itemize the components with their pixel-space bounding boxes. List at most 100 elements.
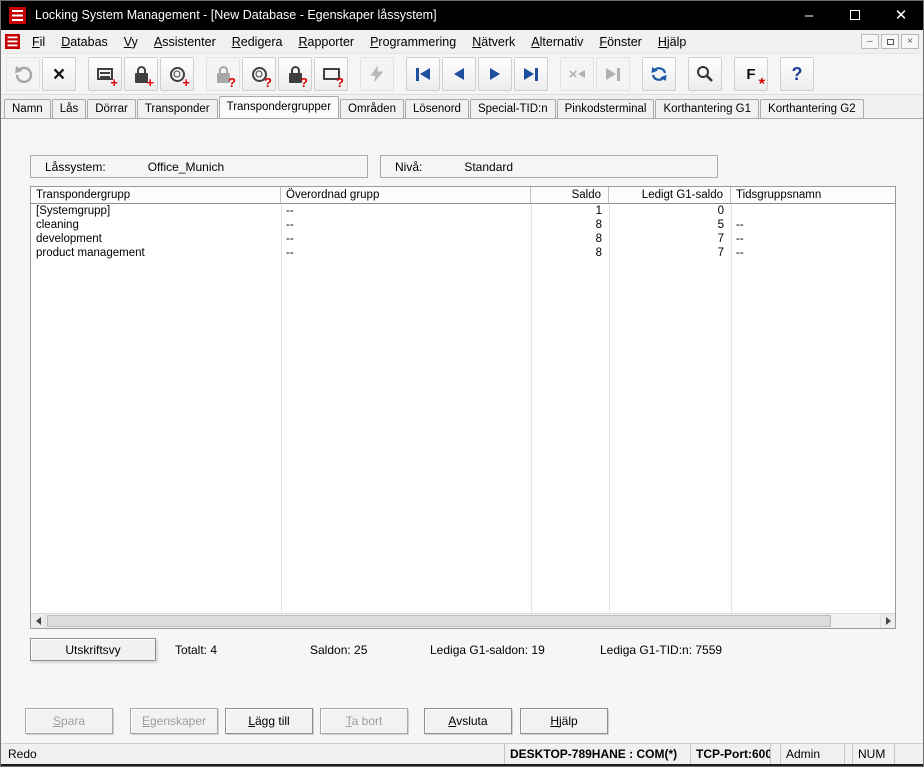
lock-system-field: Låssystem: Office_Munich	[30, 155, 368, 178]
column-divider	[531, 204, 532, 613]
menu-item-redigera[interactable]: Redigera	[224, 32, 291, 52]
level-field: Nivå: Standard	[380, 155, 718, 178]
cell-parent-group: --	[281, 218, 531, 232]
tab-transponder[interactable]: Transponder	[137, 99, 218, 118]
titlebar: Locking System Management - [New Databas…	[0, 0, 924, 30]
minimize-button[interactable]: –	[786, 0, 832, 30]
help-button[interactable]: ?	[780, 57, 814, 91]
status-spacer	[770, 744, 780, 764]
last-record-icon	[524, 68, 538, 81]
table-body: [Systemgrupp] -- 1 0 cleaning -- 8 5 -- …	[31, 204, 895, 613]
column-header-transpondergrupp[interactable]: Transpondergrupp	[31, 187, 281, 203]
menu-item-fonster[interactable]: Fönster	[591, 32, 649, 52]
tab-dorrar[interactable]: Dörrar	[87, 99, 136, 118]
app-logo-icon	[9, 7, 26, 24]
cell-group-name: cleaning	[31, 218, 281, 232]
cell-parent-group: --	[281, 246, 531, 260]
first-record-button[interactable]	[406, 57, 440, 91]
close-button[interactable]: ✕	[878, 0, 924, 30]
new-transponder-button[interactable]: +	[160, 57, 194, 91]
program-icon	[371, 66, 384, 83]
status-ready: Redo	[8, 747, 37, 761]
status-tcp-port: TCP-Port:6001	[690, 744, 770, 764]
mdi-restore-icon	[887, 39, 894, 45]
print-view-button[interactable]: Utskriftsvy	[30, 638, 156, 661]
menu-item-vy[interactable]: Vy	[116, 32, 146, 52]
filter-button[interactable]: F *	[734, 57, 768, 91]
window-title: Locking System Management - [New Databas…	[35, 8, 437, 22]
menu-item-programmering[interactable]: Programmering	[362, 32, 464, 52]
column-header-ledigt-g1-saldo[interactable]: Ledigt G1-saldo	[609, 187, 731, 203]
tab-las[interactable]: Lås	[52, 99, 87, 118]
goto-record-icon	[606, 68, 620, 81]
menu-item-databas[interactable]: Databas	[53, 32, 116, 52]
cell-tidsgrupp	[731, 204, 895, 218]
menu-item-fil[interactable]: Fil	[24, 32, 53, 52]
maximize-button[interactable]	[832, 0, 878, 30]
tab-pinkodsterminal[interactable]: Pinkodsterminal	[557, 99, 655, 118]
cell-ledigt-g1: 7	[609, 246, 731, 260]
read-card-button[interactable]: ?	[314, 57, 348, 91]
mdi-close-button[interactable]: ×	[901, 34, 919, 49]
new-lock-button[interactable]: +	[124, 57, 158, 91]
level-value: Standard	[464, 160, 513, 174]
table-row[interactable]: cleaning -- 8 5 --	[31, 218, 895, 232]
mdi-minimize-button[interactable]: –	[861, 34, 879, 49]
help-dialog-button[interactable]: Hjälp	[520, 708, 608, 734]
cell-tidsgrupp: --	[731, 246, 895, 260]
read-transponder-button[interactable]: ?	[242, 57, 276, 91]
horizontal-scrollbar[interactable]	[31, 613, 895, 628]
logoff-button[interactable]: ×	[42, 57, 76, 91]
cell-tidsgrupp: --	[731, 218, 895, 232]
cell-group-name: development	[31, 232, 281, 246]
tab-special-tid[interactable]: Special-TID:n	[470, 99, 556, 118]
cell-saldo: 1	[531, 204, 609, 218]
menu-item-rapporter[interactable]: Rapporter	[290, 32, 362, 52]
tab-namn[interactable]: Namn	[4, 99, 51, 118]
menu-item-assistenter[interactable]: Assistenter	[146, 32, 224, 52]
logoff-icon: ×	[53, 64, 65, 85]
scroll-right-button[interactable]	[880, 614, 895, 628]
status-spacer	[894, 744, 924, 764]
previous-record-button[interactable]	[442, 57, 476, 91]
first-record-icon	[416, 68, 430, 81]
next-record-button[interactable]	[478, 57, 512, 91]
cell-saldo: 8	[531, 218, 609, 232]
properties-button: Egenskaper	[130, 708, 218, 734]
balances-count: Saldon: 25	[310, 643, 367, 657]
menu-item-hjalp[interactable]: Hjälp	[650, 32, 695, 52]
last-record-button[interactable]	[514, 57, 548, 91]
search-button[interactable]	[688, 57, 722, 91]
tab-losenord[interactable]: Lösenord	[405, 99, 469, 118]
table-row[interactable]: product management -- 8 7 --	[31, 246, 895, 260]
db-sync-icon	[13, 64, 33, 84]
table-row[interactable]: development -- 8 7 --	[31, 232, 895, 246]
column-header-tidsgruppsnamn[interactable]: Tidsgruppsnamn	[731, 187, 897, 203]
transponder-group-table: Transpondergrupp Överordnad grupp Saldo …	[30, 186, 896, 629]
tab-strip: Namn Lås Dörrar Transponder Transponderg…	[0, 96, 924, 118]
exit-button[interactable]: Avsluta	[424, 708, 512, 734]
tab-korthantering-g1[interactable]: Korthantering G1	[655, 99, 759, 118]
read-lock-alt-button[interactable]: ?	[278, 57, 312, 91]
tab-omraden[interactable]: Områden	[340, 99, 404, 118]
status-numlock: NUM	[852, 744, 894, 764]
tab-korthantering-g2[interactable]: Korthantering G2	[760, 99, 864, 118]
scrollbar-thumb[interactable]	[47, 615, 831, 627]
column-header-saldo[interactable]: Saldo	[531, 187, 609, 203]
filter-icon: F	[746, 67, 755, 82]
menu-item-natverk[interactable]: Nätverk	[464, 32, 523, 52]
table-row[interactable]: [Systemgrupp] -- 1 0	[31, 204, 895, 218]
add-button[interactable]: Lägg till	[225, 708, 313, 734]
free-g1-count: Lediga G1-saldon: 19	[430, 643, 545, 657]
new-locking-system-button[interactable]: +	[88, 57, 122, 91]
status-desktop-com: DESKTOP-789HANE : COM(*)	[504, 744, 690, 764]
search-icon	[695, 64, 715, 84]
menu-item-alternativ[interactable]: Alternativ	[523, 32, 591, 52]
mdi-restore-button[interactable]	[881, 34, 899, 49]
column-header-overordnad-grupp[interactable]: Överordnad grupp	[281, 187, 531, 203]
free-tid-count: Lediga G1-TID:n: 7559	[600, 643, 722, 657]
scroll-left-button[interactable]	[31, 614, 46, 628]
refresh-icon	[649, 64, 669, 84]
tab-transpondergrupper[interactable]: Transpondergrupper	[219, 96, 339, 118]
refresh-button[interactable]	[642, 57, 676, 91]
